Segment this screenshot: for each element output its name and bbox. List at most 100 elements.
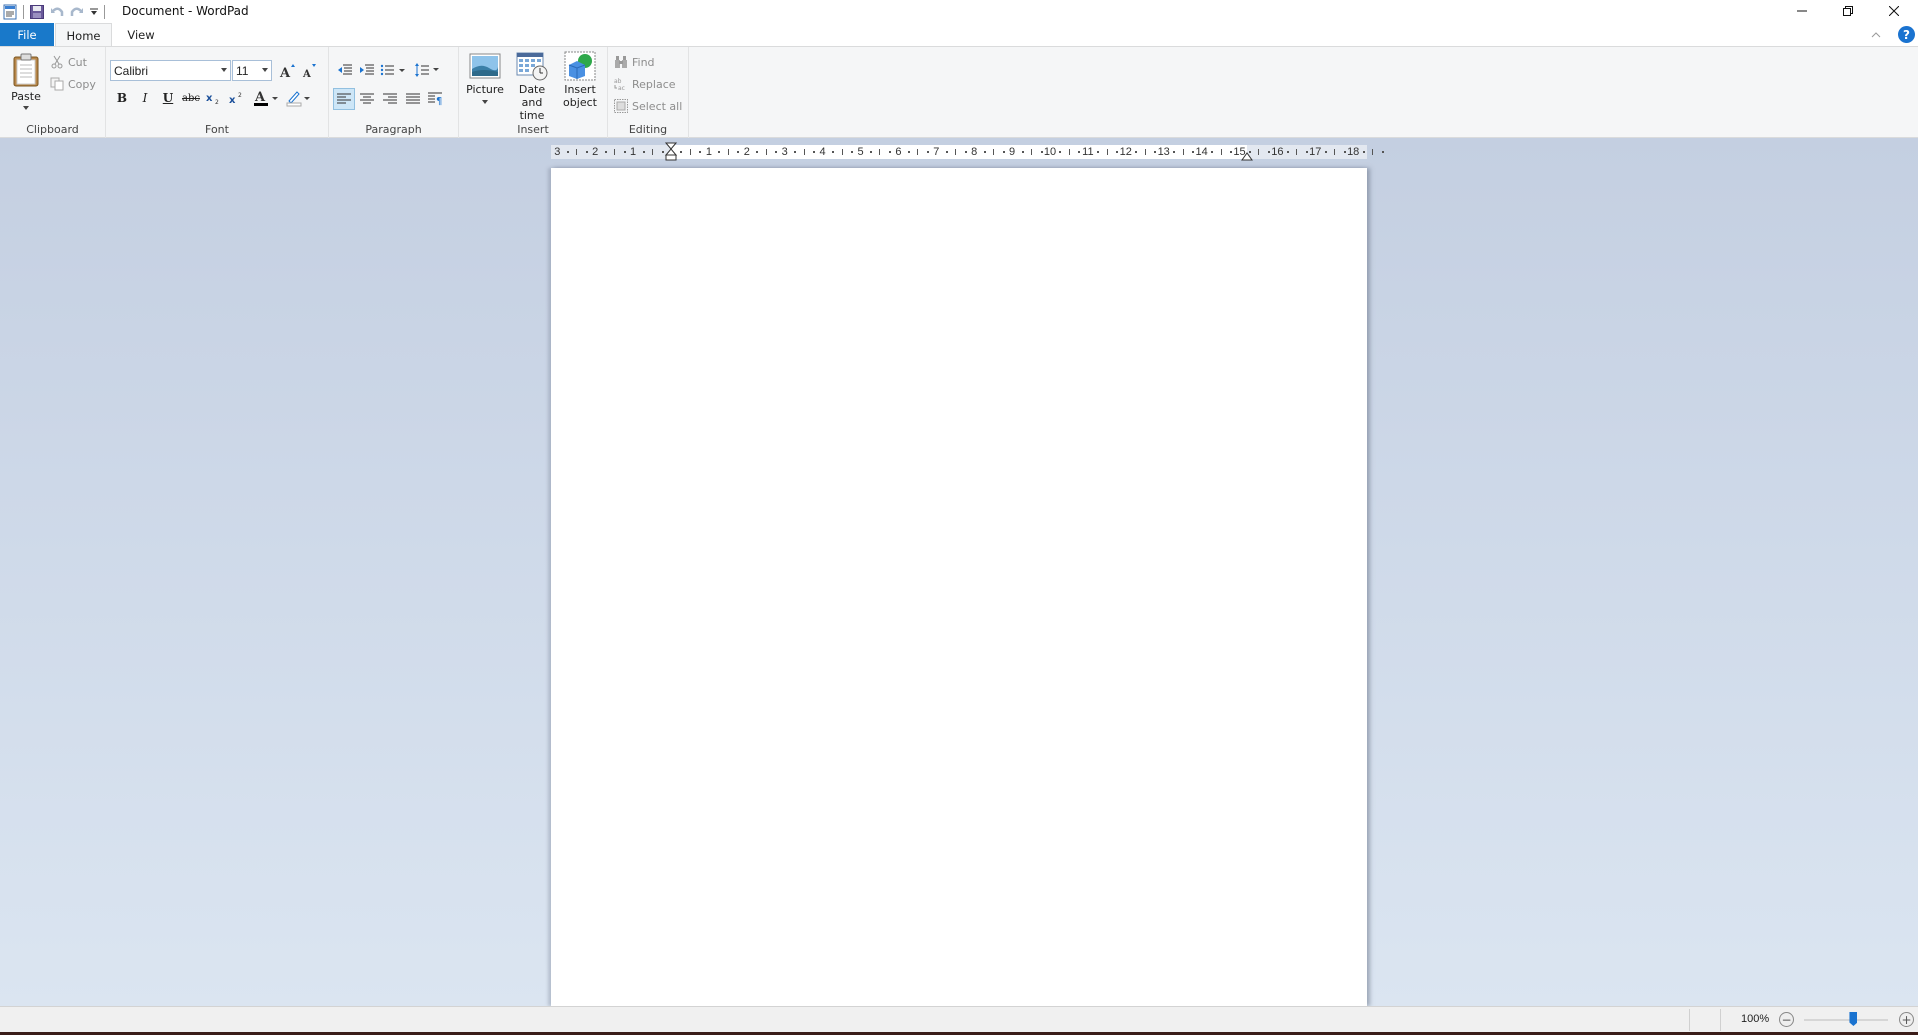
ruler-dot [680, 151, 683, 153]
replace-button[interactable]: ab ac Replace [614, 74, 676, 94]
plus-icon: + [1901, 1012, 1912, 1027]
tab-file[interactable]: File [0, 23, 54, 47]
paragraph-group-label: Paragraph [365, 123, 422, 136]
font-color-button[interactable]: A [252, 87, 282, 109]
save-icon[interactable] [27, 2, 47, 22]
paste-label: Paste [11, 90, 41, 103]
zoom-out-button[interactable]: − [1779, 1012, 1794, 1027]
cut-button[interactable]: Cut [50, 52, 87, 72]
minimize-button[interactable] [1779, 0, 1825, 22]
increase-indent-icon [360, 64, 374, 75]
decrease-indent-button[interactable] [334, 59, 356, 81]
align-left-button[interactable] [333, 88, 355, 110]
ruler-dot [794, 151, 797, 153]
insert-group-label: Insert [517, 123, 549, 136]
italic-button[interactable]: I [134, 87, 156, 109]
restore-button[interactable] [1825, 0, 1871, 22]
underline-button[interactable]: U [157, 87, 179, 109]
ruler-tick [1106, 149, 1108, 155]
svg-text:2: 2 [238, 92, 242, 99]
highlighter-icon [286, 91, 310, 107]
minimize-ribbon-button[interactable] [1868, 27, 1884, 43]
superscript-button[interactable]: x2 [226, 87, 248, 109]
bullets-button[interactable] [379, 59, 409, 81]
font-family-select[interactable]: Calibri [110, 60, 231, 81]
insert-date-time-button[interactable]: Date and time [507, 51, 557, 122]
paste-button[interactable]: Paste [8, 53, 44, 110]
ruler-tick [841, 149, 843, 155]
help-button[interactable]: ? [1898, 26, 1915, 43]
ruler-dot [566, 151, 569, 153]
undo-icon[interactable] [47, 2, 67, 22]
zoom-slider[interactable] [1804, 1019, 1888, 1021]
insert-picture-button[interactable]: Picture [465, 51, 505, 104]
ruler-number: 4 [819, 146, 826, 158]
ruler-dot [832, 151, 835, 153]
window-title: Document - WordPad [122, 4, 249, 18]
ruler-number: 1 [705, 146, 712, 158]
first-line-indent-marker[interactable] [665, 142, 677, 162]
ruler-number: 17 [1309, 146, 1322, 158]
copy-button[interactable]: Copy [50, 74, 96, 94]
ruler-dot [1381, 151, 1384, 153]
subscript-button[interactable]: x2 [203, 87, 225, 109]
align-center-button[interactable] [356, 88, 378, 110]
tab-home[interactable]: Home [55, 23, 112, 47]
ruler-dot [585, 151, 588, 153]
ruler-tick [1031, 149, 1033, 155]
customize-qat-icon[interactable] [87, 2, 101, 22]
line-spacing-button[interactable] [413, 59, 443, 81]
align-right-button[interactable] [379, 88, 401, 110]
insert-object-button[interactable]: Insert object [559, 51, 601, 109]
redo-icon[interactable] [67, 2, 87, 22]
find-button[interactable]: Find [614, 52, 655, 72]
font-size-select[interactable]: 11 [232, 60, 272, 81]
document-page[interactable] [551, 168, 1367, 1006]
grow-font-button[interactable]: A [277, 60, 299, 82]
qat-separator [104, 5, 105, 19]
ruler-dot [756, 151, 759, 153]
ribbon: Paste Cut Copy Clipboard Calibri 11 A A … [0, 46, 1918, 138]
highlight-color-button[interactable] [284, 87, 314, 109]
bold-button[interactable]: B [111, 87, 133, 109]
ruler-tick [803, 149, 805, 155]
app-icon[interactable] [0, 2, 20, 22]
line-spacing-icon [415, 63, 439, 77]
chevron-down-icon [262, 68, 268, 72]
paragraph-settings-button[interactable]: ¶ [425, 88, 447, 110]
close-button[interactable] [1871, 0, 1917, 22]
calendar-clock-icon [516, 52, 548, 81]
title-bar: Document - WordPad [0, 0, 1918, 23]
ruler-dot [775, 151, 778, 153]
close-icon [1889, 6, 1899, 16]
ruler-dot [1116, 151, 1119, 153]
ruler-tick [689, 149, 691, 155]
ruler-dot [869, 151, 872, 153]
italic-icon: I [142, 91, 148, 105]
ruler-number: 11 [1082, 146, 1094, 158]
cut-label: Cut [68, 55, 87, 69]
ruler-tick [955, 149, 957, 155]
minus-icon: − [1781, 1012, 1792, 1027]
font-group-label: Font [205, 123, 229, 136]
zoom-slider-thumb[interactable] [1849, 1012, 1858, 1026]
select-all-button[interactable]: Select all [614, 96, 682, 116]
ruler-dot [1248, 151, 1251, 153]
increase-indent-button[interactable] [356, 59, 378, 81]
chevron-up-icon [1871, 32, 1881, 38]
justify-button[interactable] [402, 88, 424, 110]
ruler-tick [917, 149, 919, 155]
ruler-dot [813, 151, 816, 153]
zoom-in-button[interactable]: + [1899, 1012, 1914, 1027]
ruler-dot [718, 151, 721, 153]
shrink-font-button[interactable]: A [299, 60, 321, 82]
tab-view[interactable]: View [118, 23, 164, 47]
bold-icon: B [116, 91, 128, 105]
ruler-dot [1173, 151, 1176, 153]
superscript-icon: x2 [229, 92, 242, 105]
ruler-number: 14 [1195, 146, 1208, 158]
ruler-number: 7 [933, 146, 940, 158]
strikethrough-button[interactable]: abc [180, 87, 202, 109]
horizontal-ruler[interactable]: 3 2 1 1 2 3 4 5 6 7 8 9 10 11 12 13 14 15 16 17 18 [551, 142, 1384, 162]
clipboard-group-label: Clipboard [26, 123, 79, 136]
